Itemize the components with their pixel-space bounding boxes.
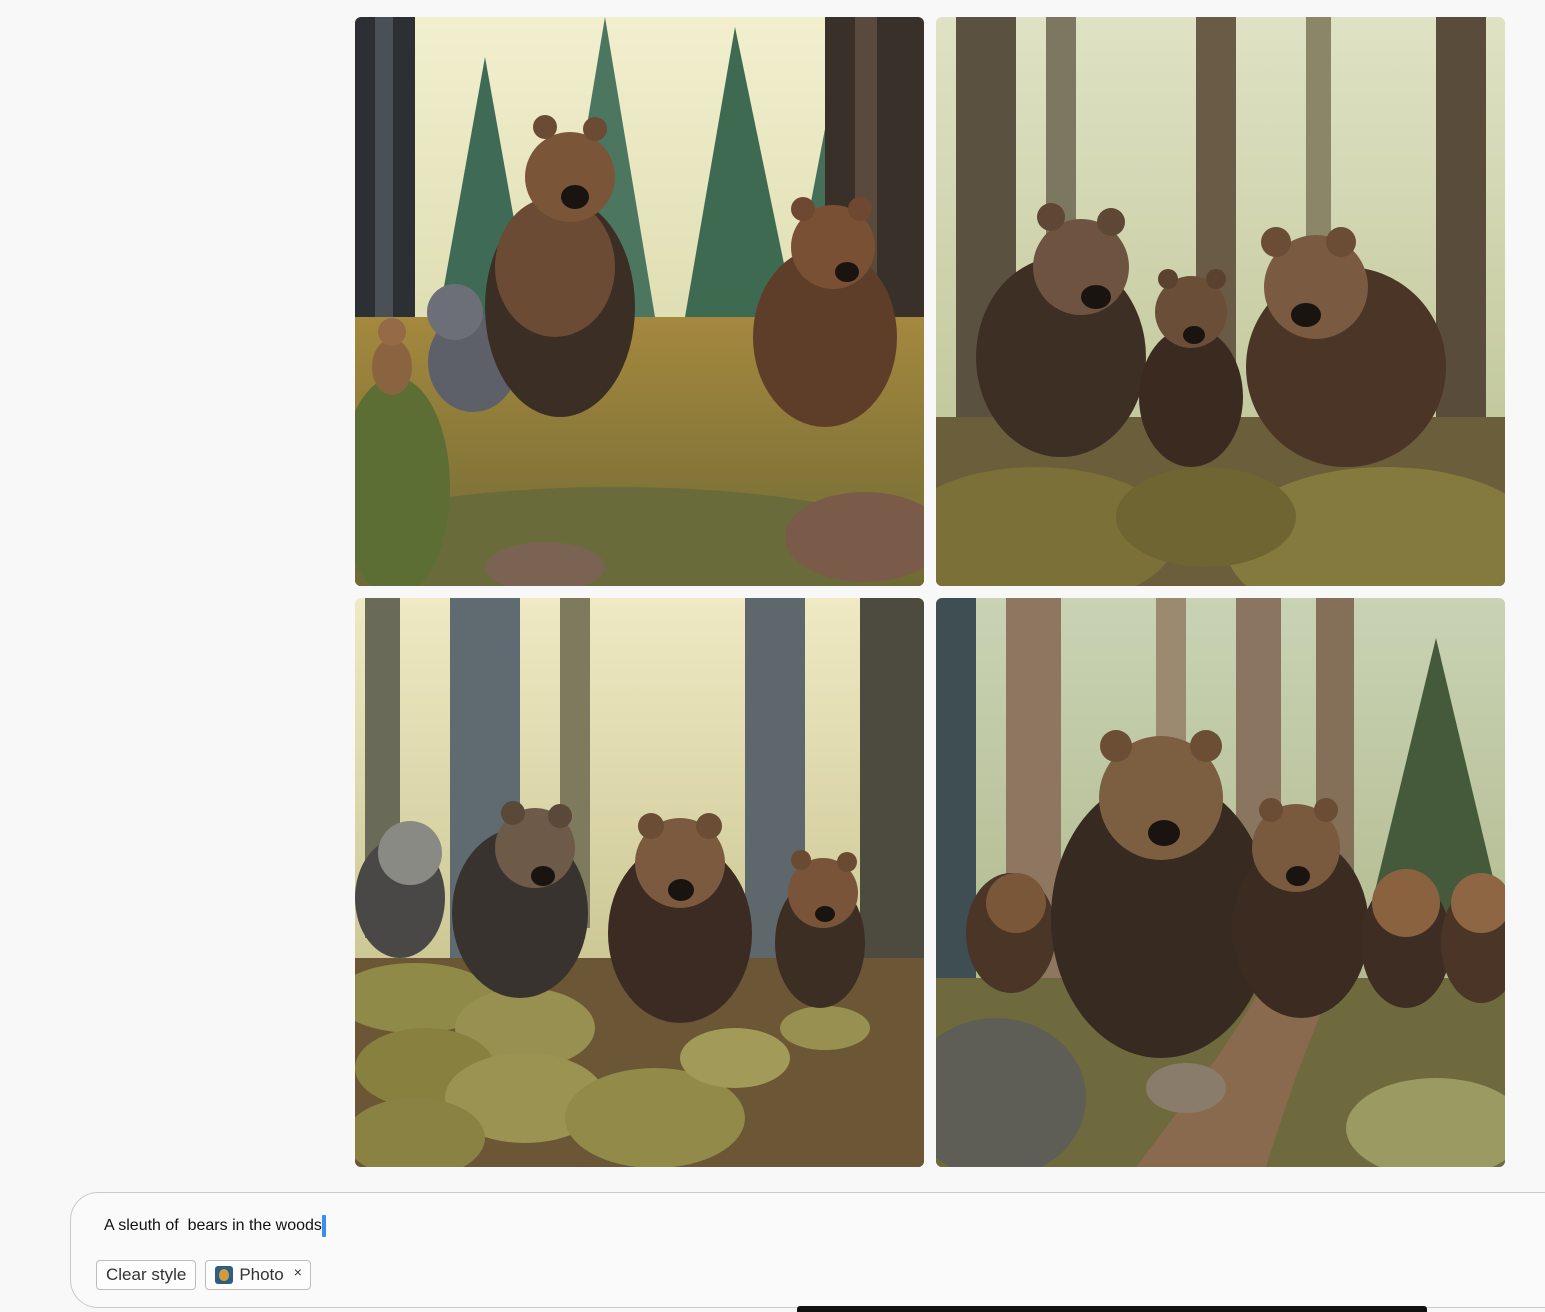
- prompt-text: A sleuth of bears in the woods: [104, 1217, 322, 1234]
- text-caret: [321, 1215, 326, 1237]
- photo-style-chip[interactable]: Photo ×: [205, 1260, 311, 1290]
- generated-image-4[interactable]: [936, 598, 1505, 1167]
- style-chips-row: Clear style Photo ×: [96, 1260, 311, 1290]
- generated-image-3[interactable]: [355, 598, 924, 1167]
- bottom-toolbar-edge: [797, 1306, 1427, 1312]
- clear-style-button[interactable]: Clear style: [96, 1260, 197, 1290]
- image-gallery: [355, 17, 1505, 1167]
- photo-style-thumbnail-icon: [215, 1266, 234, 1284]
- generated-image-1[interactable]: [355, 17, 924, 586]
- prompt-bar: A sleuth of bears in the woods Clear sty…: [70, 1192, 1545, 1308]
- generated-image-2[interactable]: [936, 17, 1505, 586]
- prompt-input[interactable]: A sleuth of bears in the woods: [104, 1215, 326, 1237]
- photo-style-label: Photo: [239, 1265, 284, 1284]
- remove-style-close-icon[interactable]: ×: [294, 1264, 302, 1280]
